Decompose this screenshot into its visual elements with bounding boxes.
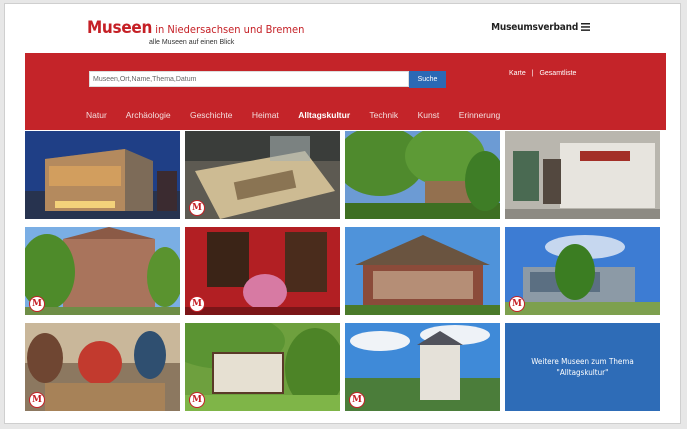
museum-photo	[185, 131, 340, 219]
museum-tile[interactable]: M	[185, 131, 340, 219]
museum-tile[interactable]: M	[345, 323, 500, 411]
link-separator: |	[531, 70, 534, 77]
museum-tile[interactable]: M	[25, 227, 180, 315]
menu-icon	[581, 23, 590, 31]
museum-badge: M	[349, 392, 365, 408]
museum-photo	[345, 227, 500, 315]
museum-tile[interactable]: M	[185, 227, 340, 315]
link-karte[interactable]: Karte	[509, 70, 526, 77]
museum-tile[interactable]: M	[25, 323, 180, 411]
cta-line-1: Weitere Museen zum Thema	[531, 357, 634, 366]
museum-tile[interactable]	[505, 131, 660, 219]
museum-tile[interactable]	[25, 131, 180, 219]
museum-photo	[345, 131, 500, 219]
nav-heimat[interactable]: Heimat	[252, 110, 279, 120]
museum-photo	[185, 323, 340, 411]
nav-erinnerung[interactable]: Erinnerung	[459, 110, 501, 120]
nav-geschichte[interactable]: Geschichte	[190, 110, 233, 120]
search-button[interactable]: Suche	[409, 71, 446, 88]
logo-tagline: alle Museen auf einen Blick	[149, 39, 235, 46]
museum-photo	[505, 227, 660, 315]
museum-tile[interactable]	[345, 227, 500, 315]
logo-brand-rest: in Niedersachsen und Bremen	[152, 23, 305, 36]
museum-photo	[25, 323, 180, 411]
nav-technik[interactable]: Technik	[369, 110, 398, 120]
nav-kunst[interactable]: Kunst	[418, 110, 440, 120]
nav-archaeologie[interactable]: Archäologie	[126, 110, 171, 120]
museum-photo	[185, 227, 340, 315]
museum-photo	[505, 131, 660, 219]
museum-tile[interactable]: M	[185, 323, 340, 411]
museum-photo	[25, 131, 180, 219]
site-logo[interactable]: Museen in Niedersachsen und Bremen alle …	[87, 18, 305, 46]
page: Museen in Niedersachsen und Bremen alle …	[4, 3, 681, 424]
museumsverband-menu[interactable]: Museumsverband	[491, 22, 590, 33]
cta-line-2: "Alltagskultur"	[556, 368, 609, 377]
logo-brand: Museen	[87, 18, 153, 38]
museum-badge: M	[189, 200, 205, 216]
museumsverband-label: Museumsverband	[491, 22, 579, 33]
nav-natur[interactable]: Natur	[86, 110, 107, 120]
category-nav: Natur Archäologie Geschichte Heimat Allt…	[86, 110, 517, 120]
museum-badge: M	[509, 296, 525, 312]
more-museums-button[interactable]: Weitere Museen zum Thema "Alltagskultur"	[505, 323, 660, 411]
museum-badge: M	[189, 392, 205, 408]
museum-photo	[25, 227, 180, 315]
top-links: Karte | Gesamtliste	[507, 70, 578, 77]
museum-tile[interactable]	[345, 131, 500, 219]
red-header-bar: Museen,Ort,Name,Thema,Datum Suche Karte …	[25, 53, 666, 130]
museum-tile[interactable]: M	[505, 227, 660, 315]
search-input[interactable]: Museen,Ort,Name,Thema,Datum	[89, 71, 409, 87]
link-gesamtliste[interactable]: Gesamtliste	[539, 70, 576, 77]
museum-badge: M	[29, 296, 45, 312]
museum-badge: M	[29, 392, 45, 408]
nav-alltagskultur[interactable]: Alltagskultur	[298, 110, 350, 120]
museum-badge: M	[189, 296, 205, 312]
museum-photo	[345, 323, 500, 411]
